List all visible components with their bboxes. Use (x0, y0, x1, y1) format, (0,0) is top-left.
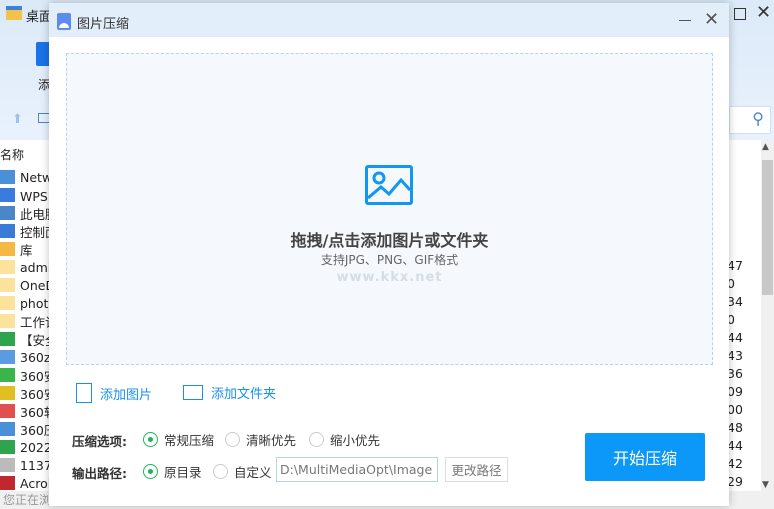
radio-label: 清晰优先 (246, 433, 297, 448)
folder-icon (6, 6, 22, 20)
file-name: 2022 (20, 439, 52, 455)
output-path-input[interactable] (276, 457, 438, 482)
column-header-name[interactable]: 名称 (0, 146, 24, 163)
folder-icon (0, 314, 15, 328)
add-folder-icon (183, 385, 203, 400)
image-file-icon (0, 458, 15, 472)
close-button[interactable]: ✕ (756, 2, 771, 23)
scrollbar-thumb[interactable] (762, 160, 773, 295)
dialog-title: 图片压缩 (77, 17, 130, 32)
add-folder-button[interactable]: 添加文件夹 (183, 383, 276, 402)
add-image-button[interactable]: 添加图片 (76, 383, 152, 403)
output-path-label: 输出路径: (72, 466, 127, 481)
add-file-icon (76, 383, 92, 403)
360-safe-icon (0, 386, 15, 400)
compress-options-label: 压缩选项: (72, 434, 127, 449)
library-icon (0, 242, 15, 256)
radio-label: 自定义 (234, 465, 272, 480)
file-column-value: 43 (727, 348, 743, 363)
file-column-value: 29 (727, 474, 743, 489)
360-browser-icon (0, 368, 15, 382)
drop-title: 拖拽/点击添加图片或文件夹 (290, 231, 489, 250)
pdf-icon (0, 476, 15, 490)
sheet-file-icon (0, 332, 15, 346)
folder-icon (0, 278, 15, 292)
network-icon (0, 170, 15, 184)
zip-icon (0, 422, 15, 436)
radio-icon (213, 464, 228, 479)
file-column-value: 00 (727, 402, 743, 417)
change-path-button[interactable]: 更改路径 (445, 457, 508, 482)
file-column-value: 42 (727, 456, 743, 471)
dialog-titlebar: 图片压缩 ✕ (49, 3, 729, 37)
scroll-down-icon[interactable]: ▼ (762, 480, 769, 490)
app-icon (57, 13, 71, 30)
scrollbar[interactable]: ▲ ▼ (761, 140, 774, 492)
minimize-button[interactable] (679, 20, 691, 21)
scroll-up-icon[interactable]: ▲ (762, 142, 769, 152)
wps-cloud-icon (0, 188, 15, 202)
radio-icon (309, 432, 324, 447)
radio-smaller[interactable]: 缩小优先 (309, 430, 380, 449)
file-name: Netw (20, 169, 53, 185)
file-name: admi (20, 259, 52, 275)
file-column-value: 34 (727, 294, 743, 309)
radio-custom[interactable]: 自定义 (213, 462, 272, 481)
radio-clarity[interactable]: 清晰优先 (225, 430, 296, 449)
file-column-value: 36 (727, 366, 743, 381)
radio-icon (143, 432, 158, 447)
file-name: 1137 (20, 457, 52, 473)
add-image-label: 添加图片 (100, 387, 153, 403)
file-column-value: 09 (727, 384, 743, 399)
360-software-icon (0, 404, 15, 418)
watermark: www.kkx.net (336, 270, 443, 285)
folder-icon (0, 260, 15, 274)
radio-label: 原目录 (164, 465, 202, 480)
radio-original-dir[interactable]: 原目录 (143, 462, 202, 481)
zip-icon (0, 350, 15, 364)
radio-label: 缩小优先 (330, 433, 381, 448)
control-panel-icon (0, 224, 15, 238)
drop-subtitle: 支持JPG、PNG、GIF格式 (320, 253, 459, 267)
file-name: 库 (20, 242, 33, 258)
image-icon (365, 165, 413, 205)
up-arrow-icon[interactable]: ⬆ (12, 112, 23, 127)
radio-label: 常规压缩 (164, 433, 215, 448)
search-box[interactable]: ⚲ (729, 106, 771, 134)
radio-normal[interactable]: 常规压缩 (143, 430, 214, 449)
file-name: Acrol (20, 475, 52, 491)
computer-icon (0, 206, 15, 220)
file-column-value: 48 (727, 420, 743, 435)
folder-icon (0, 296, 15, 310)
search-icon[interactable]: ⚲ (752, 109, 764, 128)
radio-icon (225, 432, 240, 447)
drop-zone[interactable]: 拖拽/点击添加图片或文件夹 支持JPG、PNG、GIF格式 www.kkx.ne… (66, 53, 713, 365)
maximize-button[interactable] (734, 8, 746, 20)
file-column-value: 44 (727, 438, 743, 453)
sheet-file-icon (0, 440, 15, 454)
add-folder-label: 添加文件夹 (211, 387, 277, 402)
close-button[interactable]: ✕ (704, 9, 719, 30)
image-compress-dialog: 图片压缩 ✕ 拖拽/点击添加图片或文件夹 支持JPG、PNG、GIF格式 www… (49, 3, 729, 506)
file-column-value: 47 (727, 258, 743, 273)
file-column-value: 44 (727, 330, 743, 345)
start-compress-button[interactable]: 开始压缩 (585, 433, 705, 481)
radio-icon (143, 464, 158, 479)
